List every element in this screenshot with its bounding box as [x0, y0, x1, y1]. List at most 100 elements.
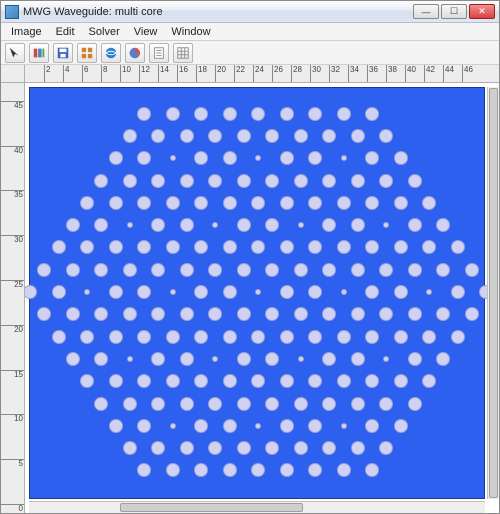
- cladding-hole[interactable]: [109, 374, 123, 388]
- cladding-hole[interactable]: [322, 307, 336, 321]
- cladding-hole[interactable]: [322, 129, 336, 143]
- cladding-hole[interactable]: [66, 263, 80, 277]
- cladding-hole[interactable]: [94, 307, 108, 321]
- cladding-hole[interactable]: [180, 174, 194, 188]
- chart-tool-icon[interactable]: [125, 43, 145, 63]
- cladding-hole[interactable]: [37, 263, 51, 277]
- cladding-hole[interactable]: [166, 107, 180, 121]
- cladding-hole[interactable]: [237, 218, 251, 232]
- cladding-hole[interactable]: [94, 218, 108, 232]
- cladding-hole[interactable]: [194, 463, 208, 477]
- cladding-hole[interactable]: [422, 196, 436, 210]
- cladding-hole[interactable]: [365, 330, 379, 344]
- cladding-hole[interactable]: [280, 240, 294, 254]
- cladding-hole[interactable]: [408, 174, 422, 188]
- structure-tool-icon[interactable]: [77, 43, 97, 63]
- cladding-hole[interactable]: [151, 218, 165, 232]
- cladding-hole[interactable]: [265, 397, 279, 411]
- cladding-hole[interactable]: [408, 307, 422, 321]
- horizontal-scrollbar[interactable]: [29, 501, 485, 513]
- cladding-hole[interactable]: [337, 330, 351, 344]
- cladding-hole[interactable]: [251, 374, 265, 388]
- cladding-hole[interactable]: [294, 397, 308, 411]
- cladding-hole[interactable]: [151, 129, 165, 143]
- cladding-hole[interactable]: [208, 307, 222, 321]
- cladding-hole[interactable]: [166, 374, 180, 388]
- cladding-hole[interactable]: [137, 151, 151, 165]
- cladding-hole[interactable]: [80, 330, 94, 344]
- core-defect-hole[interactable]: [212, 356, 218, 362]
- waveguide-canvas[interactable]: [29, 87, 485, 499]
- cladding-hole[interactable]: [123, 263, 137, 277]
- cladding-hole[interactable]: [308, 196, 322, 210]
- cladding-hole[interactable]: [208, 441, 222, 455]
- cladding-hole[interactable]: [394, 196, 408, 210]
- cladding-hole[interactable]: [365, 285, 379, 299]
- cladding-hole[interactable]: [223, 419, 237, 433]
- core-defect-hole[interactable]: [298, 222, 304, 228]
- cladding-hole[interactable]: [436, 352, 450, 366]
- cladding-hole[interactable]: [365, 463, 379, 477]
- cladding-hole[interactable]: [351, 352, 365, 366]
- cladding-hole[interactable]: [436, 307, 450, 321]
- core-defect-hole[interactable]: [127, 356, 133, 362]
- cladding-hole[interactable]: [379, 263, 393, 277]
- cladding-hole[interactable]: [379, 129, 393, 143]
- cladding-hole[interactable]: [337, 463, 351, 477]
- cladding-hole[interactable]: [166, 463, 180, 477]
- core-defect-hole[interactable]: [212, 222, 218, 228]
- cladding-hole[interactable]: [208, 129, 222, 143]
- cladding-hole[interactable]: [166, 196, 180, 210]
- cladding-hole[interactable]: [365, 196, 379, 210]
- cladding-hole[interactable]: [137, 374, 151, 388]
- cladding-hole[interactable]: [408, 263, 422, 277]
- cladding-hole[interactable]: [451, 285, 465, 299]
- cladding-hole[interactable]: [322, 218, 336, 232]
- cladding-hole[interactable]: [251, 463, 265, 477]
- cladding-hole[interactable]: [294, 441, 308, 455]
- cladding-hole[interactable]: [194, 240, 208, 254]
- globe-tool-icon[interactable]: [101, 43, 121, 63]
- cladding-hole[interactable]: [66, 218, 80, 232]
- cladding-hole[interactable]: [94, 174, 108, 188]
- core-defect-hole[interactable]: [298, 356, 304, 362]
- cladding-hole[interactable]: [137, 419, 151, 433]
- cladding-hole[interactable]: [223, 151, 237, 165]
- cladding-hole[interactable]: [394, 330, 408, 344]
- cladding-hole[interactable]: [351, 397, 365, 411]
- cladding-hole[interactable]: [337, 107, 351, 121]
- cladding-hole[interactable]: [194, 107, 208, 121]
- cladding-hole[interactable]: [80, 374, 94, 388]
- cladding-hole[interactable]: [365, 419, 379, 433]
- cladding-hole[interactable]: [223, 374, 237, 388]
- cladding-hole[interactable]: [123, 397, 137, 411]
- cladding-hole[interactable]: [337, 240, 351, 254]
- core-defect-hole[interactable]: [341, 155, 347, 161]
- cladding-hole[interactable]: [308, 419, 322, 433]
- cladding-hole[interactable]: [80, 240, 94, 254]
- cladding-hole[interactable]: [351, 263, 365, 277]
- cladding-hole[interactable]: [237, 129, 251, 143]
- cladding-hole[interactable]: [223, 240, 237, 254]
- cladding-hole[interactable]: [265, 263, 279, 277]
- cladding-hole[interactable]: [280, 330, 294, 344]
- cladding-hole[interactable]: [208, 397, 222, 411]
- core-defect-hole[interactable]: [170, 423, 176, 429]
- cladding-hole[interactable]: [337, 196, 351, 210]
- cladding-hole[interactable]: [137, 463, 151, 477]
- cladding-hole[interactable]: [180, 307, 194, 321]
- cladding-hole[interactable]: [322, 441, 336, 455]
- cladding-hole[interactable]: [180, 129, 194, 143]
- cladding-hole[interactable]: [237, 352, 251, 366]
- close-button[interactable]: ✕: [469, 4, 495, 19]
- cladding-hole[interactable]: [223, 196, 237, 210]
- menu-view[interactable]: View: [128, 25, 164, 39]
- cladding-hole[interactable]: [308, 151, 322, 165]
- cladding-hole[interactable]: [223, 463, 237, 477]
- core-defect-hole[interactable]: [170, 289, 176, 295]
- cladding-hole[interactable]: [251, 240, 265, 254]
- maximize-button[interactable]: ☐: [441, 4, 467, 19]
- cladding-hole[interactable]: [265, 441, 279, 455]
- core-defect-hole[interactable]: [170, 155, 176, 161]
- cladding-hole[interactable]: [394, 419, 408, 433]
